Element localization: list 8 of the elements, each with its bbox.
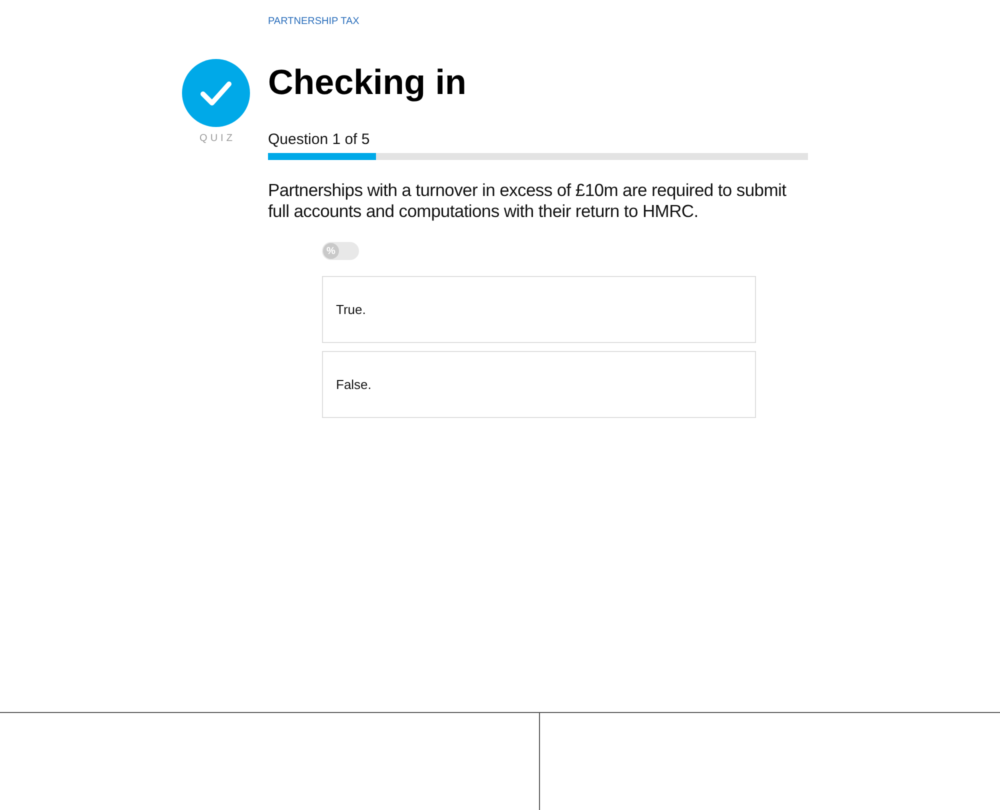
breadcrumb[interactable]: PARTNERSHIP TAX <box>268 16 360 27</box>
checkmark-icon <box>182 59 250 127</box>
page-title: Checking in <box>268 63 468 103</box>
question-counter: Question 1 of 5 <box>268 131 370 148</box>
question-text: Partnerships with a turnover in excess of £10m are required to submit full accounts and computations with their return to HMRC. <box>268 180 788 222</box>
answer-option[interactable]: True. <box>322 276 756 343</box>
answer-option[interactable]: False. <box>322 351 756 418</box>
quiz-label: QUIZ <box>198 133 236 144</box>
